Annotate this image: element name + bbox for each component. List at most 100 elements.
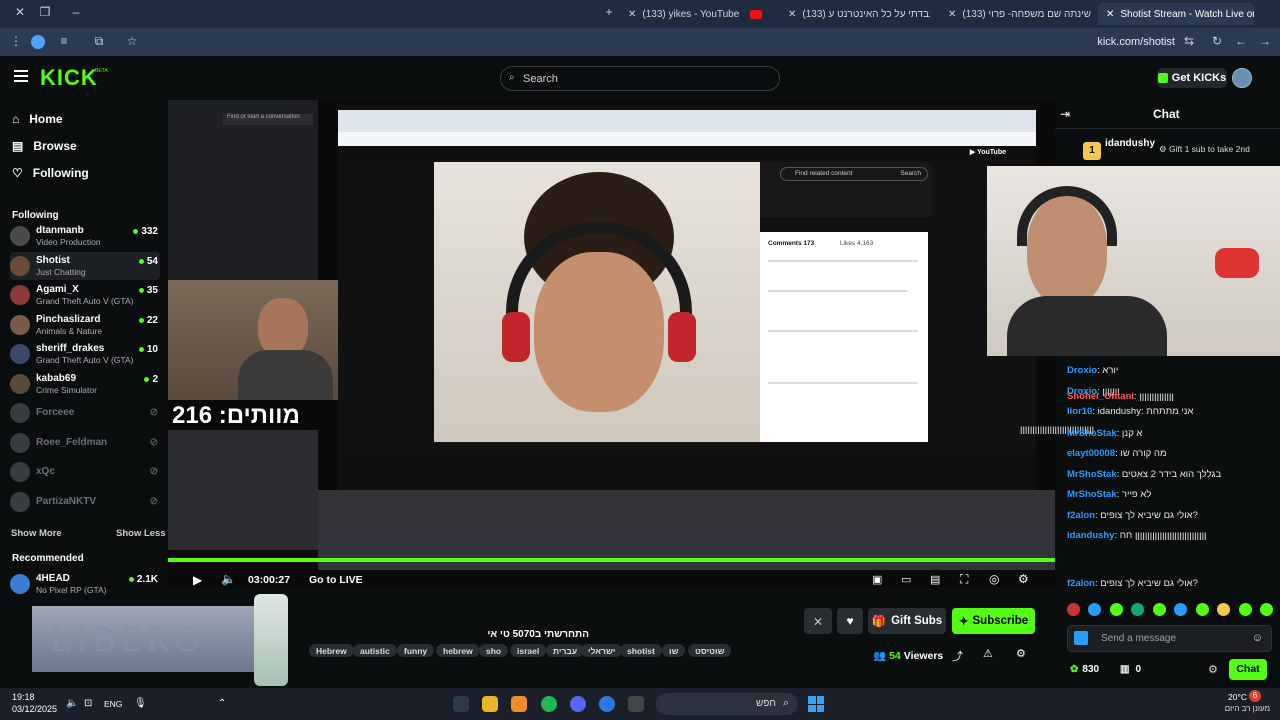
speed-icon[interactable]: ◎ [989, 572, 999, 586]
gift-subs-button[interactable]: 🎁 Gift Subs [868, 608, 946, 634]
emote-icon[interactable] [1067, 603, 1080, 616]
following-channel[interactable]: PartizaNKTV ⊘ [10, 488, 160, 516]
close-tab-icon[interactable]: ✕ [1106, 9, 1114, 20]
emote-icon[interactable] [1152, 603, 1166, 616]
stream-tag[interactable]: autistic [353, 644, 397, 657]
reload-icon[interactable]: ↻ [1209, 34, 1225, 48]
user-avatar[interactable] [1232, 68, 1252, 88]
subscribe-button[interactable]: ✦ Subscribe [952, 608, 1035, 634]
discord-icon[interactable] [570, 696, 586, 712]
notification-badge[interactable]: 6 [1249, 690, 1261, 702]
collapse-chat-icon[interactable]: ⇥ [1060, 107, 1070, 121]
file-explorer-icon[interactable] [482, 696, 498, 712]
following-channel[interactable]: xQc ⊘ [10, 458, 160, 486]
close-window-icon[interactable]: ✕ [12, 5, 28, 19]
kick-logo[interactable]: KICK [40, 65, 98, 91]
menu-dots-icon[interactable]: ⋮ [8, 34, 24, 48]
show-more-button[interactable]: Show More [11, 528, 62, 539]
chat-username[interactable]: Droxio [1067, 365, 1097, 376]
input-language[interactable]: ENG [104, 699, 122, 709]
close-tab-icon[interactable]: ✕ [628, 9, 636, 20]
chat-input[interactable]: Send a message ☺ [1067, 625, 1272, 652]
stream-tag[interactable]: שוטיסט [688, 644, 732, 657]
share-icon[interactable]: ⤴ [952, 648, 963, 664]
show-less-button[interactable]: Show Less [116, 528, 166, 539]
following-channel[interactable]: Roee_Feldman ⊘ [10, 429, 160, 457]
top-gifter-name[interactable]: idandushy [1105, 138, 1155, 149]
video-player[interactable]: Find or start a conversation מוותים: 216… [168, 100, 1055, 588]
speaker-icon[interactable]: 🔈 [66, 698, 78, 709]
tab-youtube-yikes[interactable]: ✕ (133) yikes - YouTube [620, 3, 770, 25]
settings-gear-icon[interactable]: ⚙ [1018, 572, 1029, 586]
chat-username[interactable]: MrShoStak [1067, 489, 1117, 500]
go-to-live-button[interactable]: Go to LIVE [309, 574, 363, 586]
theater-icon[interactable]: ▭ [901, 573, 911, 586]
stream-tag[interactable]: Hebrew [309, 644, 354, 657]
chat-username[interactable]: MrShoStak [1067, 469, 1117, 480]
report-icon[interactable]: ⚠ [983, 647, 993, 660]
taskbar-search[interactable]: חפש ⌕ [656, 693, 798, 715]
gift-prompt[interactable]: ⚙ Gift 1 sub to take 2nd [1159, 144, 1250, 155]
following-channel[interactable]: Agami_X Grand Theft Auto V (GTA) 35 [10, 281, 160, 309]
stream-tag[interactable]: israel [510, 644, 547, 657]
back-icon[interactable]: ← [1233, 34, 1249, 48]
new-tab-icon[interactable]: + [601, 5, 617, 19]
following-channel[interactable]: Shotist Just Chatting 54 [10, 251, 160, 280]
fullscreen-icon[interactable]: ⛶ [960, 572, 968, 587]
mute-notifications-button[interactable]: ⨯ [804, 608, 832, 634]
clock-date[interactable]: 03/12/2025 [12, 704, 57, 714]
chat-username[interactable]: Shohei_Ohtani [1067, 391, 1134, 402]
chat-username[interactable]: lior10 [1067, 406, 1092, 417]
bookmark-star-icon[interactable]: ☆ [124, 34, 140, 48]
emote-icon[interactable] [1259, 603, 1273, 616]
app-icon[interactable] [628, 696, 644, 712]
emote-icon[interactable] [1174, 603, 1188, 616]
chat-send-button[interactable]: Chat [1229, 659, 1267, 680]
url-field[interactable]: kick.com/shotist [1030, 36, 1175, 48]
chat-username[interactable]: idandushy [1067, 530, 1115, 541]
extensions-icon[interactable]: ⧉ [91, 34, 107, 49]
clock-time[interactable]: 19:18 [12, 692, 35, 702]
following-channel[interactable]: sheriff_drakes Grand Theft Auto V (GTA) 10 [10, 340, 160, 368]
chat-username[interactable]: f2alon [1067, 510, 1095, 521]
spotify-icon[interactable] [541, 696, 557, 712]
chrome-icon[interactable] [599, 696, 615, 712]
tray-expand-icon[interactable]: ⌃ [218, 698, 226, 709]
following-channel[interactable]: kabab69 Crime Simulator 2 [10, 370, 160, 398]
steam-icon[interactable] [453, 696, 469, 712]
chat-username[interactable]: elayt00008 [1067, 448, 1115, 459]
following-channel[interactable]: Pinchaslizard Animals & Nature 22 [10, 311, 160, 339]
play-icon[interactable]: ▶ [193, 573, 202, 587]
clip-icon[interactable]: ▣ [872, 573, 882, 586]
windows-start-icon[interactable] [808, 696, 824, 712]
stream-tag[interactable]: shotist [620, 644, 662, 657]
stream-tag[interactable]: sho [479, 644, 509, 657]
emoji-icon[interactable]: ☺ [1252, 632, 1263, 644]
profile-icon[interactable] [31, 35, 45, 49]
emote-icon[interactable] [1217, 603, 1231, 616]
restore-window-icon[interactable]: ❐ [37, 5, 53, 19]
forward-icon[interactable]: → [1257, 34, 1273, 48]
translate-icon[interactable]: ⇆ [1181, 34, 1197, 48]
emote-icon[interactable] [1195, 603, 1209, 616]
stream-tag[interactable]: ישראלי [581, 644, 623, 657]
following-channel[interactable]: Forceee ⊘ [10, 399, 160, 427]
pip-icon[interactable]: ▤ [930, 573, 940, 586]
emote-icon[interactable] [1131, 603, 1145, 616]
stream-tag[interactable]: hebrew [436, 644, 480, 657]
emote-icon[interactable] [1109, 603, 1123, 616]
stream-tag[interactable]: עברית [546, 644, 585, 657]
search-input[interactable]: ⌕ Search [500, 66, 780, 91]
stream-tag[interactable]: funny [397, 644, 435, 657]
emote-icon[interactable] [1088, 603, 1102, 616]
nav-following[interactable]: ♡ Following [12, 166, 89, 180]
network-icon[interactable]: ⊡ [84, 698, 92, 709]
progress-track[interactable] [168, 558, 1055, 562]
tab-kick-shotist[interactable]: ✕ Shotist Stream - Watch Live on [1098, 3, 1254, 25]
channel-points[interactable]: ✿ 830 [1070, 664, 1099, 675]
nav-browse[interactable]: ▤ Browse [12, 139, 77, 153]
follow-heart-button[interactable]: ♥ [837, 608, 863, 634]
chat-username[interactable]: MrShoStak [1067, 428, 1117, 439]
chat-settings-icon[interactable]: ⚙ [1208, 663, 1218, 676]
stream-tag[interactable]: שו [662, 644, 686, 657]
